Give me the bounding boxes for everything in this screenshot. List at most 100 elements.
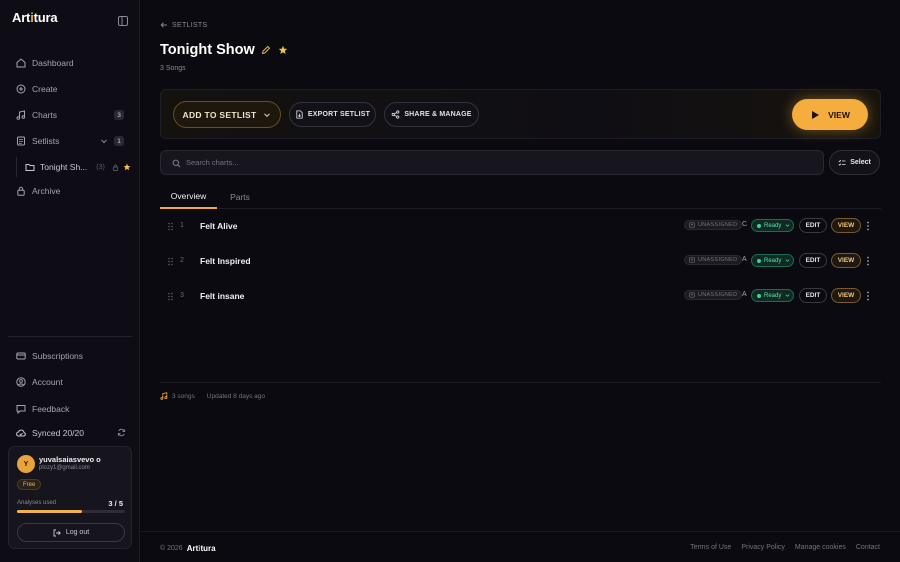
sidebar-subitem-setlist[interactable]: Tonight Sh... (3) [16,157,134,177]
setlist-icon [17,136,25,146]
star-icon[interactable] [123,163,131,171]
song-title[interactable]: Felt Inspired [200,256,251,266]
sync-status: Synced 20/20 [16,426,126,440]
view-button[interactable]: VIEW [831,288,861,303]
copyright-text: © 2026 [160,545,183,552]
status-label: Ready [764,292,782,299]
add-to-setlist-button[interactable]: ADD TO SETLIST [173,101,281,128]
arrow-left-icon [160,22,167,28]
more-vertical-icon[interactable] [866,221,870,231]
avatar[interactable]: Y [17,455,35,473]
sidebar-item-create[interactable]: Create [8,79,132,99]
song-number: 2 [180,257,184,264]
search-input[interactable] [186,151,806,174]
song-row[interactable]: 2 Felt Inspired UNASSIGNED A Ready EDIT … [160,244,881,279]
plan-badge: Free [17,479,42,490]
sidebar-collapse-icon[interactable] [118,16,128,26]
tab-bar: Overview Parts [160,184,881,209]
app-logo[interactable]: Artitura [12,10,58,25]
edit-button[interactable]: EDIT [799,253,827,268]
user-card: Y yuvalsaiasvevo o plozy1@gmail.com Free… [8,446,132,549]
chevron-down-icon[interactable] [100,137,108,145]
pencil-icon[interactable] [261,45,271,55]
edit-button[interactable]: EDIT [799,288,827,303]
sidebar-subitem-count: (3) [96,163,105,171]
assignment-label: UNASSIGNED [698,257,738,263]
music-note-icon [160,392,168,400]
sidebar-item-charts[interactable]: Charts 3 [8,105,132,125]
privacy-link[interactable]: Privacy Policy [741,544,785,551]
share-manage-label: SHARE & MANAGE [404,111,472,118]
sidebar-item-label: Feedback [32,404,70,414]
add-to-setlist-label: ADD TO SETLIST [182,109,257,120]
assignment-badge[interactable]: UNASSIGNED [684,255,743,265]
copyright: © 2026 Artitura [160,544,216,553]
chevron-down-icon [264,112,271,117]
assignment-badge[interactable]: UNASSIGNED [684,290,743,300]
song-title[interactable]: Felt Alive [200,221,237,231]
sidebar-item-label: Create [32,84,58,94]
song-title[interactable]: Felt insane [200,291,244,301]
assignment-badge[interactable]: UNASSIGNED [684,220,743,230]
view-button[interactable]: VIEW [831,218,861,233]
message-icon [16,405,26,414]
page-title: Tonight Show [160,42,255,58]
sidebar-item-label: Dashboard [32,58,74,68]
sidebar-divider [8,336,132,337]
select-button[interactable]: Select [829,150,880,175]
sidebar-item-label: Setlists [32,136,60,146]
footer-links: Terms of Use Privacy Policy Manage cooki… [680,544,880,551]
drag-handle-icon[interactable] [167,222,174,231]
setlist-summary: 3 songs Updated 8 days ago [160,392,265,400]
logout-button[interactable]: Log out [17,523,125,542]
sidebar-item-subscriptions[interactable]: Subscriptions [8,346,132,366]
view-button[interactable]: VIEW [831,253,861,268]
sidebar-item-dashboard[interactable]: Dashboard [8,53,132,73]
breadcrumb[interactable]: SETLISTS [160,21,207,29]
edit-button[interactable]: EDIT [799,218,827,233]
export-setlist-button[interactable]: EXPORT SETLIST [289,102,376,127]
song-number: 3 [180,292,184,299]
tab-parts[interactable]: Parts [219,184,261,209]
more-vertical-icon[interactable] [866,291,870,301]
sidebar-item-label: Charts [32,110,58,120]
sidebar-subitem-label: Tonight Sh... [40,162,88,172]
search-icon [172,159,181,168]
music-note-icon [16,110,26,120]
drag-handle-icon[interactable] [167,292,174,301]
search-bar [160,150,824,175]
plus-circle-icon [16,84,26,94]
terms-link[interactable]: Terms of Use [690,544,731,551]
status-dropdown[interactable]: Ready [751,289,794,302]
drag-handle-icon[interactable] [167,257,174,266]
cookies-link[interactable]: Manage cookies [795,544,846,551]
sidebar-item-label: Archive [32,186,61,196]
sidebar-item-label: Account [32,377,63,387]
star-icon[interactable] [278,45,288,55]
user-icon [689,257,695,263]
view-setlist-label: VIEW [828,109,850,120]
logout-label: Log out [65,529,90,536]
user-circle-icon [16,377,26,387]
song-row[interactable]: 3 Felt insane UNASSIGNED A Ready EDIT VI… [160,279,881,314]
sidebar-item-archive[interactable]: Archive [8,181,132,201]
status-dropdown[interactable]: Ready [751,219,794,232]
sidebar-item-account[interactable]: Account [8,372,132,392]
sidebar-item-label: Subscriptions [32,351,84,361]
tab-overview[interactable]: Overview [160,184,217,209]
more-vertical-icon[interactable] [866,256,870,266]
sidebar: Artitura Dashboard Create Charts 3 Setli… [0,0,140,562]
status-dot [757,293,761,298]
song-row[interactable]: 1 Felt Alive UNASSIGNED C Ready EDIT VIE… [160,209,881,244]
export-setlist-label: EXPORT SETLIST [307,111,371,118]
user-icon [689,222,695,228]
sidebar-item-setlists[interactable]: Setlists 1 [8,131,132,151]
view-setlist-button[interactable]: VIEW [792,99,868,130]
sidebar-item-feedback[interactable]: Feedback [8,399,132,419]
refresh-icon[interactable] [117,428,126,437]
share-manage-button[interactable]: SHARE & MANAGE [384,102,479,127]
contact-link[interactable]: Contact [856,544,880,551]
status-dropdown[interactable]: Ready [751,254,794,267]
status-dot [757,258,761,263]
folder-icon [25,164,35,171]
